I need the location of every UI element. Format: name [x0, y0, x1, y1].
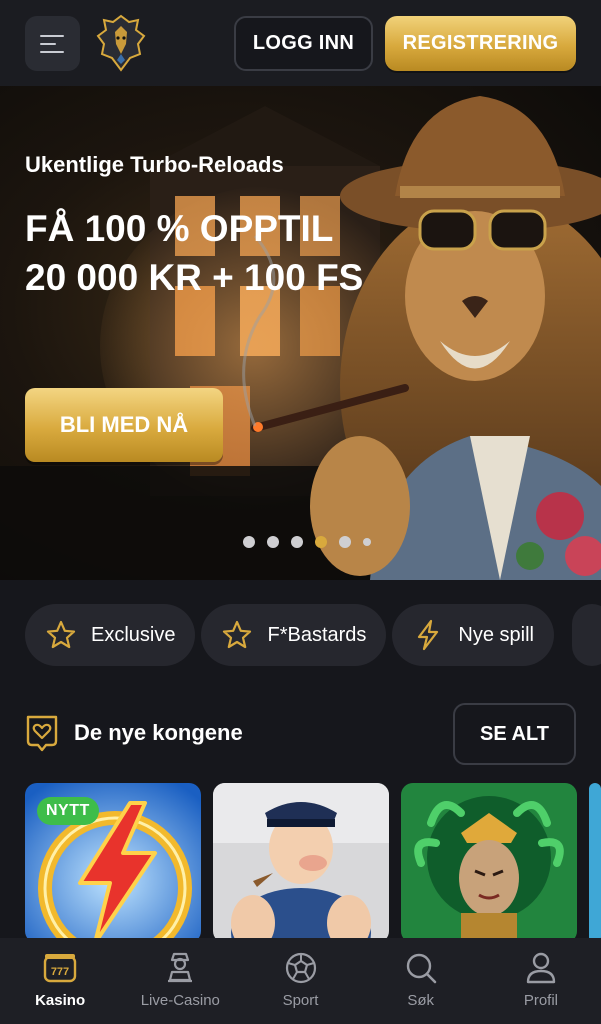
heart-crown-icon: [26, 715, 58, 752]
dealer-icon: [168, 952, 193, 983]
svg-text:777: 777: [51, 966, 69, 978]
category-chip-new-games[interactable]: Nye spill: [392, 604, 554, 666]
nav-kasino[interactable]: 777 Kasino: [0, 938, 120, 1024]
hero-title: FÅ 100 % OPPTIL 20 000 KR + 100 FS: [25, 208, 364, 298]
hero-subtitle: Ukentlige Turbo-Reloads: [25, 152, 284, 177]
category-chip-overflow[interactable]: [572, 604, 601, 666]
game-art: [589, 783, 601, 943]
nav-sport[interactable]: Sport: [240, 938, 360, 1024]
star-icon: [46, 620, 76, 649]
nav-profile[interactable]: Profil: [481, 938, 601, 1024]
carousel-dot[interactable]: [267, 536, 279, 548]
category-chip-exclusive[interactable]: Exclusive: [25, 604, 196, 666]
search-icon: [406, 953, 437, 984]
lightning-icon: [418, 619, 439, 651]
slot-machine-icon: 777: [43, 954, 77, 983]
carousel-dot[interactable]: [339, 536, 351, 548]
see-all-button[interactable]: SE ALT: [453, 703, 576, 765]
category-label: Exclusive: [91, 623, 176, 646]
hamburger-menu-icon[interactable]: [25, 16, 80, 71]
game-tile-medusa[interactable]: [401, 783, 577, 943]
category-label: Nye spill: [458, 623, 534, 646]
bottom-navigation: 777 Kasino Live-Casino Sport Søk Profil: [0, 938, 601, 1024]
nav-label: Live-Casino: [140, 992, 220, 1009]
nav-live-casino[interactable]: Live-Casino: [120, 938, 240, 1024]
lion-logo[interactable]: [96, 14, 146, 72]
category-chips: Exclusive F*Bastards Nye spill: [25, 604, 554, 666]
star-icon: [223, 620, 252, 649]
category-label: F*Bastards: [267, 623, 367, 646]
game-tile-lightning[interactable]: NYTT: [25, 783, 201, 943]
section-title: De nye kongene: [74, 720, 243, 745]
carousel-dot[interactable]: [243, 536, 255, 548]
new-badge: NYTT: [37, 797, 99, 825]
category-chip-fbastards[interactable]: F*Bastards: [201, 604, 387, 666]
register-button[interactable]: REGISTRERING: [385, 16, 576, 71]
login-button[interactable]: LOGG INN: [234, 16, 373, 71]
nav-label: Profil: [523, 992, 558, 1009]
user-icon: [526, 952, 556, 984]
top-header: LOGG INN REGISTRERING: [0, 0, 601, 86]
medusa-game-art: [401, 783, 577, 943]
carousel-dot[interactable]: [291, 536, 303, 548]
carousel-dot[interactable]: [363, 538, 371, 546]
game-tile-partial[interactable]: [589, 783, 601, 943]
soccer-ball-icon: [285, 952, 316, 984]
nav-label: Sport: [282, 992, 319, 1009]
carousel-dot-active[interactable]: [315, 536, 327, 548]
nav-label: Kasino: [35, 992, 86, 1009]
sailor-game-art: [213, 783, 389, 943]
nav-search[interactable]: Søk: [361, 938, 481, 1024]
hero-banner[interactable]: Ukentlige Turbo-Reloads FÅ 100 % OPPTIL …: [0, 86, 601, 580]
game-tile-sailor[interactable]: [213, 783, 389, 943]
carousel-dots[interactable]: [243, 536, 371, 548]
nav-label: Søk: [407, 992, 435, 1009]
join-now-button[interactable]: BLI MED NÅ: [25, 388, 223, 462]
